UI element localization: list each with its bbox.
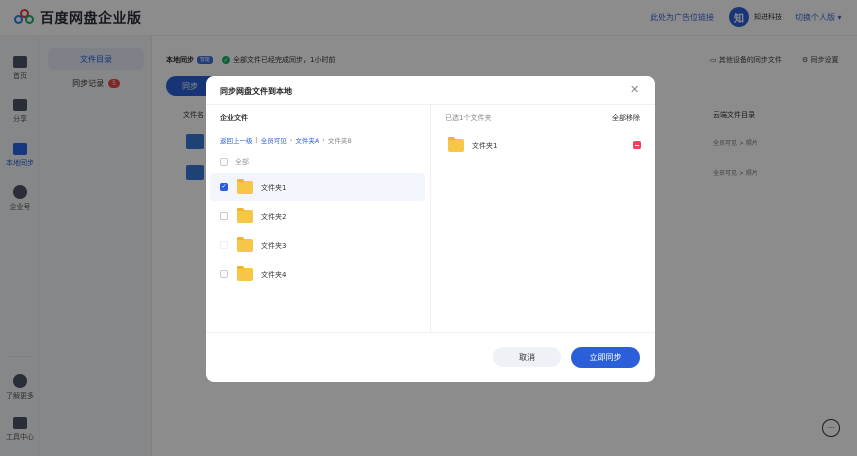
breadcrumb-all-visible[interactable]: 全员可见	[261, 135, 287, 145]
file-checkbox[interactable]: ✓	[220, 183, 228, 191]
folder-icon	[448, 137, 464, 152]
column-divider	[430, 105, 431, 332]
selected-count: 已选1个文件夹	[445, 114, 492, 122]
enterprise-files-title: 企业文件	[220, 114, 248, 122]
file-name: 文件夹4	[261, 271, 287, 279]
file-checkbox[interactable]	[220, 241, 228, 249]
breadcrumb: 返回上一级 | 全员可见 › 文件夹A › 文件夹B	[220, 135, 352, 145]
dialog-title: 同步网盘文件到本地	[220, 87, 292, 96]
file-name: 文件夹1	[261, 184, 287, 192]
file-row[interactable]: 文件夹2	[210, 202, 425, 230]
file-name: 文件夹2	[261, 213, 287, 221]
select-all-label: 全部	[235, 158, 249, 166]
select-all-checkbox[interactable]	[220, 158, 228, 166]
folder-icon	[237, 237, 253, 252]
file-row[interactable]: 文件夹4	[210, 260, 425, 288]
breadcrumb-folder-a[interactable]: 文件夹A	[295, 135, 319, 145]
sync-dialog: 同步网盘文件到本地 ✕ 企业文件 返回上一级 | 全员可见 › 文件夹A › 文…	[206, 76, 655, 382]
chevron-right-icon: ›	[289, 136, 293, 144]
remove-icon[interactable]	[633, 141, 641, 149]
folder-icon	[237, 266, 253, 281]
file-row[interactable]: ✓ 文件夹1	[210, 173, 425, 201]
folder-icon	[237, 179, 253, 194]
sync-now-button[interactable]: 立即同步	[571, 347, 640, 368]
folder-icon	[237, 208, 253, 223]
breadcrumb-current: 文件夹B	[327, 137, 352, 145]
file-name: 文件夹3	[261, 242, 287, 250]
selected-file-name: 文件夹1	[472, 142, 498, 150]
remove-all-button[interactable]: 全部移除	[612, 113, 640, 123]
chevron-right-icon: ›	[322, 136, 325, 144]
file-checkbox[interactable]	[220, 270, 228, 278]
cancel-button[interactable]: 取消	[493, 347, 561, 367]
footer-divider	[206, 332, 655, 333]
file-row[interactable]: 文件夹3	[210, 231, 425, 259]
breadcrumb-back[interactable]: 返回上一级	[220, 135, 253, 145]
file-checkbox[interactable]	[220, 212, 228, 220]
close-icon[interactable]: ✕	[630, 83, 639, 96]
breadcrumb-separator: |	[255, 136, 258, 144]
